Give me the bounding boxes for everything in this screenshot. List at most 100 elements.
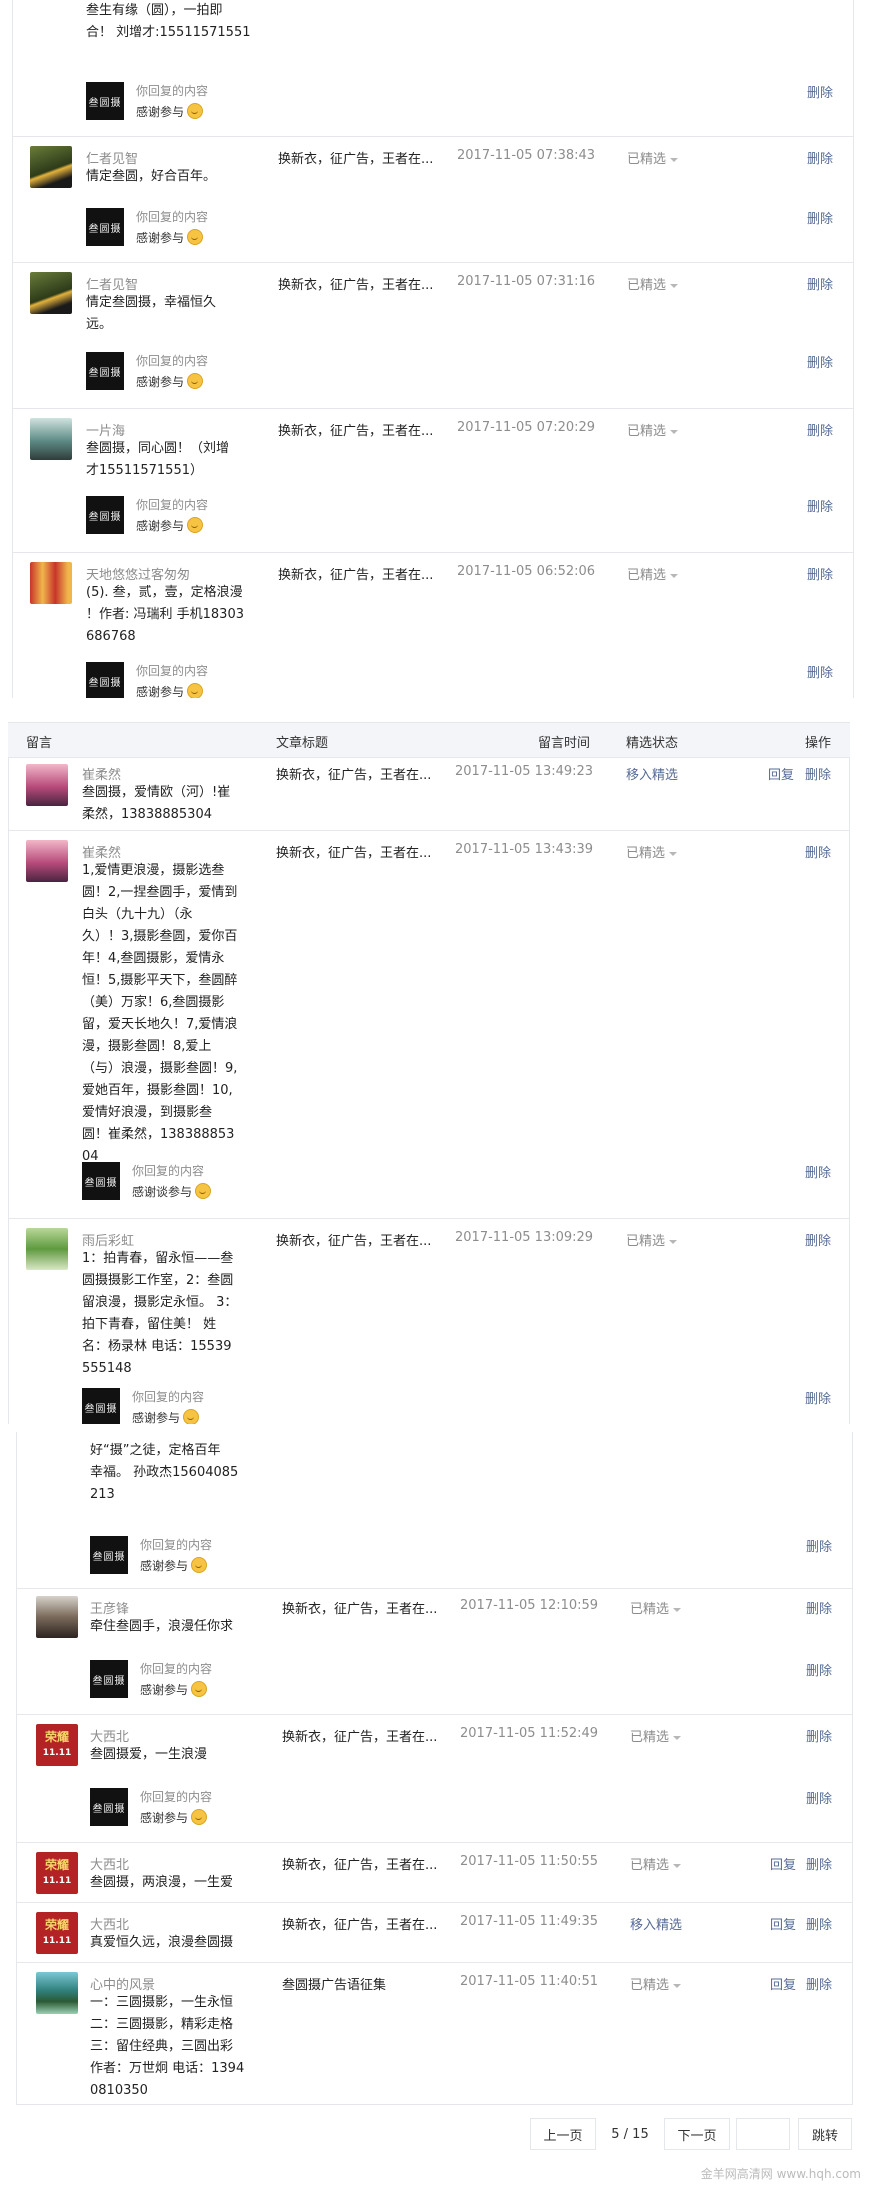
- smile-icon: [187, 103, 204, 119]
- comment-time: 2017-11-05 07:20:29: [457, 420, 596, 435]
- avatar-text: 荣耀: [44, 1918, 69, 1932]
- smile-icon: [187, 517, 204, 533]
- comment-time: 2017-11-05 13:43:39: [455, 842, 594, 857]
- replier-avatar: 叁圆摄: [86, 662, 124, 698]
- comment-text: 牵住叁圆手，浪漫任你求: [90, 1619, 234, 1634]
- replier-avatar: 叁圆摄: [82, 1162, 120, 1200]
- comment-time: 2017-11-05 07:38:43: [457, 148, 596, 163]
- reply-button[interactable]: 回复: [770, 1974, 796, 1993]
- delete-button[interactable]: 删除: [807, 82, 833, 101]
- delete-button[interactable]: 删除: [807, 420, 833, 439]
- reply-block: 叁圆摄 你回复的内容 感谢谈参与: [82, 1152, 782, 1206]
- featured-status[interactable]: 已精选: [627, 274, 679, 293]
- delete-button[interactable]: 删除: [807, 496, 833, 515]
- delete-button[interactable]: 删除: [806, 1854, 832, 1873]
- page-indicator: 5 / 15: [600, 2118, 660, 2150]
- move-to-featured-button[interactable]: 移入精选: [630, 1914, 682, 1933]
- reply-label: 你回复的内容: [136, 664, 209, 678]
- reply-button[interactable]: 回复: [770, 1914, 796, 1933]
- replier-avatar: 叁圆摄: [86, 208, 124, 246]
- avatar-subtext: 11.11: [42, 1936, 72, 1946]
- featured-status[interactable]: 已精选: [627, 420, 679, 439]
- prev-page-button[interactable]: 上一页: [530, 2118, 596, 2150]
- comment-time: 2017-11-05 12:10:59: [460, 1598, 599, 1613]
- user-name: 天地悠悠过客匆匆: [86, 568, 191, 583]
- delete-button[interactable]: 删除: [807, 148, 833, 167]
- reply-block: 叁圆摄 你回复的内容 感谢参与: [90, 1526, 790, 1580]
- comment-text: 一：三圆摄影，一生永恒 二：三圆摄影，精彩走格 三：留住经典，三圆出彩 作者：万…: [90, 1995, 245, 2098]
- reply-block: 叁圆摄 你回复的内容 感谢参与: [86, 72, 786, 126]
- user-avatar: [30, 562, 72, 604]
- featured-status[interactable]: 已精选: [627, 148, 679, 167]
- delete-button[interactable]: 删除: [806, 1788, 832, 1807]
- user-avatar: 荣耀 11.11: [36, 1852, 78, 1894]
- delete-button[interactable]: 删除: [807, 662, 833, 681]
- header-time: 留言时间: [538, 736, 591, 751]
- delete-button[interactable]: 删除: [806, 1598, 832, 1617]
- smile-icon: [187, 683, 204, 698]
- user-name: 大西北: [90, 1918, 130, 1933]
- smile-icon: [187, 373, 204, 389]
- delete-button[interactable]: 删除: [805, 764, 831, 783]
- featured-status[interactable]: 已精选: [627, 564, 679, 583]
- reply-label: 你回复的内容: [136, 210, 209, 224]
- jump-button[interactable]: 跳转: [798, 2118, 852, 2150]
- comment-time: 2017-11-05 13:09:29: [455, 1230, 594, 1245]
- delete-button[interactable]: 删除: [806, 1974, 832, 1993]
- comment-text: 1,爱情更浪漫，摄影选叁 圆！2,一捏叁圆手，爱情到 白头（九十九）（永 久）！…: [82, 863, 238, 1164]
- delete-button[interactable]: 删除: [807, 564, 833, 583]
- delete-button[interactable]: 删除: [807, 352, 833, 371]
- delete-button[interactable]: 删除: [805, 1162, 831, 1181]
- reply-button[interactable]: 回复: [768, 764, 794, 783]
- user-avatar: [30, 418, 72, 460]
- delete-button[interactable]: 删除: [805, 1388, 831, 1407]
- delete-button[interactable]: 删除: [805, 1230, 831, 1249]
- reply-label: 你回复的内容: [132, 1164, 205, 1178]
- comment-text: 1：拍青春，留永恒——叁 圆摄摄影工作室，2：叁圆 留浪漫，摄影定永恒。 3： …: [82, 1251, 238, 1376]
- reply-block: 叁圆摄 你回复的内容 感谢参与: [86, 198, 786, 252]
- delete-button[interactable]: 删除: [806, 1914, 832, 1933]
- featured-status[interactable]: 已精选: [630, 1974, 682, 1993]
- replier-avatar: 叁圆摄: [90, 1660, 128, 1698]
- featured-status[interactable]: 已精选: [630, 1598, 682, 1617]
- user-avatar: [26, 840, 68, 882]
- featured-status[interactable]: 已精选: [630, 1854, 682, 1873]
- header-article: 文章标题: [276, 736, 329, 751]
- reply-label: 你回复的内容: [132, 1390, 205, 1404]
- featured-status[interactable]: 已精选: [626, 1230, 678, 1249]
- avatar-text: 荣耀: [44, 1858, 69, 1872]
- smile-icon: [195, 1183, 212, 1199]
- move-to-featured-button[interactable]: 移入精选: [626, 764, 678, 783]
- comment-text: 真爱恒久远，浪漫叁圆摄: [90, 1935, 234, 1950]
- featured-status[interactable]: 已精选: [626, 842, 678, 861]
- reply-label: 你回复的内容: [136, 354, 209, 368]
- article-title: 换新衣，征广告，王者在...: [278, 568, 434, 583]
- article-title: 换新衣，征广告，王者在...: [276, 768, 432, 783]
- reply-button[interactable]: 回复: [770, 1854, 796, 1873]
- comment-time: 2017-11-05 06:52:06: [457, 564, 596, 579]
- smile-icon: [183, 1409, 200, 1424]
- delete-button[interactable]: 删除: [805, 842, 831, 861]
- comment-time: 2017-11-05 07:31:16: [457, 274, 596, 289]
- smile-icon: [191, 1557, 208, 1573]
- article-title: 换新衣，征广告，王者在...: [278, 278, 434, 293]
- delete-button[interactable]: 删除: [806, 1726, 832, 1745]
- page-jump-input[interactable]: [736, 2118, 790, 2150]
- delete-button[interactable]: 删除: [806, 1660, 832, 1679]
- reply-text: 感谢参与: [140, 1557, 208, 1574]
- header-comment: 留言: [26, 736, 53, 751]
- avatar-subtext: 11.11: [42, 1876, 72, 1886]
- next-page-button[interactable]: 下一页: [664, 2118, 730, 2150]
- delete-button[interactable]: 删除: [806, 1536, 832, 1555]
- reply-text: 感谢参与: [132, 1409, 200, 1424]
- replier-avatar: 叁圆摄: [86, 496, 124, 534]
- replier-avatar: 叁圆摄: [90, 1536, 128, 1574]
- user-name: 仁者见智: [86, 152, 139, 167]
- featured-status[interactable]: 已精选: [630, 1726, 682, 1745]
- article-title: 换新衣，征广告，王者在...: [278, 424, 434, 439]
- reply-block: 叁圆摄 你回复的内容 感谢参与: [82, 1378, 782, 1424]
- reply-label: 你回复的内容: [140, 1790, 213, 1804]
- delete-button[interactable]: 删除: [807, 274, 833, 293]
- delete-button[interactable]: 删除: [807, 208, 833, 227]
- comment-text: 叁圆摄，同心圆！（刘增 才15511571551）: [86, 441, 230, 478]
